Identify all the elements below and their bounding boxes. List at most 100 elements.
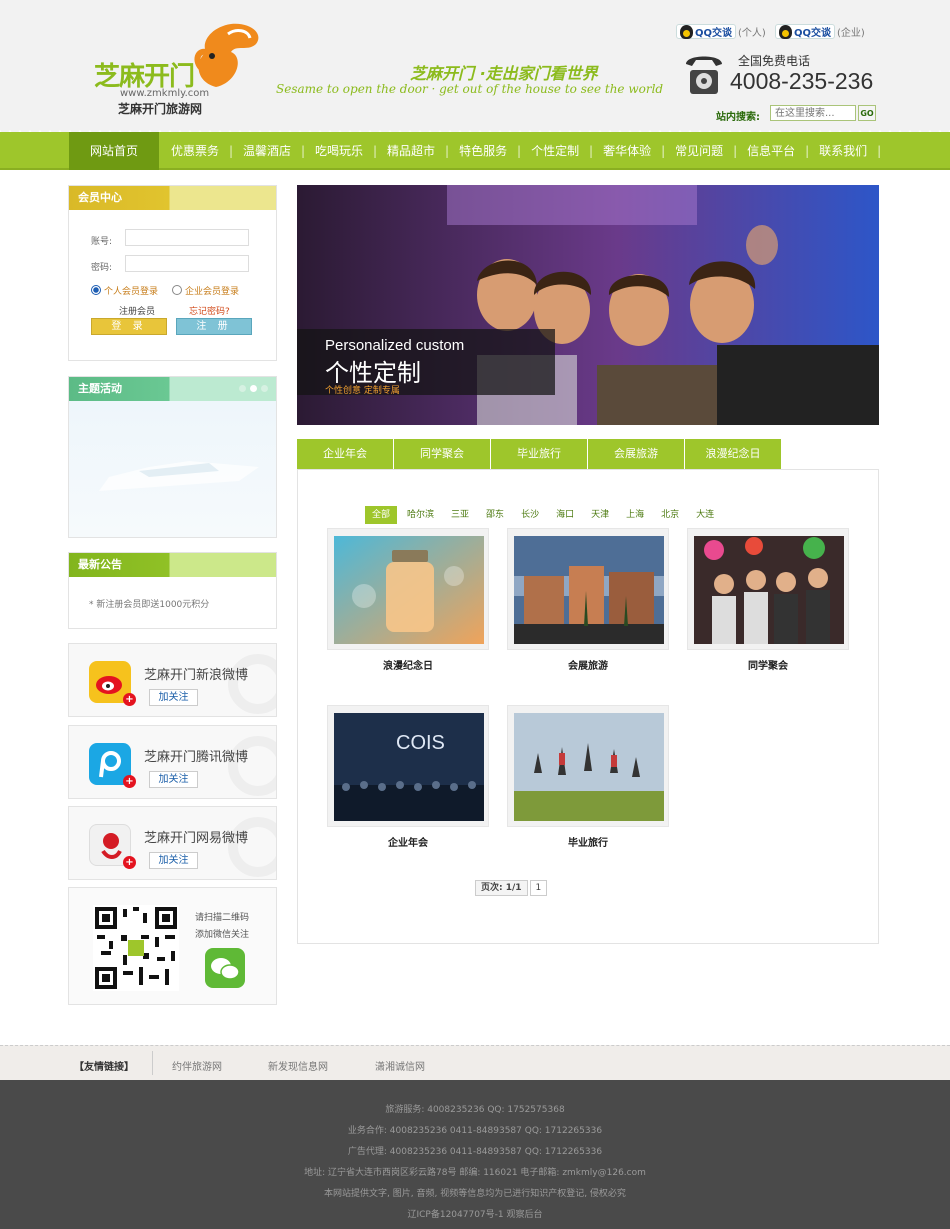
friend-link[interactable]: 潇湘诚信网 xyxy=(375,1058,425,1073)
hero-banner[interactable]: Personalized custom 个性定制 个性创意 定制专属 xyxy=(297,185,879,425)
qq-penguin-icon xyxy=(779,24,792,39)
nav-services[interactable]: 特色服务 xyxy=(447,132,521,170)
qq-chat-label: QQ交谈 xyxy=(794,28,832,39)
qq-personal: QQ交谈 (个人) xyxy=(676,24,766,39)
hotline-number: 4008-235-236 xyxy=(730,68,874,94)
radio-personal[interactable] xyxy=(91,285,101,295)
latest-notice-panel: 最新公告 * 新注册会员即送1000元积分 xyxy=(68,552,277,629)
search-go-button[interactable]: GO xyxy=(858,105,876,121)
netease-follow-button[interactable]: 加关注 xyxy=(149,852,198,869)
tab-romantic-anniversary[interactable]: 浪漫纪念日 xyxy=(685,439,782,469)
sina-follow-button[interactable]: 加关注 xyxy=(149,689,198,706)
banner-title-en: Personalized custom xyxy=(325,337,465,354)
netease-weibo-name: 芝麻开门网易微博 xyxy=(144,831,249,846)
product-title[interactable]: 同学聚会 xyxy=(687,657,849,672)
company-login-option[interactable]: 企业会员登录 xyxy=(172,284,239,297)
city-tianjin[interactable]: 天津 xyxy=(584,506,616,524)
nav-supermarket[interactable]: 精品超市 xyxy=(375,132,449,170)
product-image xyxy=(694,536,844,644)
wechat-icon xyxy=(205,948,245,988)
tab-graduation-trip[interactable]: 毕业旅行 xyxy=(491,439,588,469)
product-title[interactable]: 浪漫纪念日 xyxy=(327,657,489,672)
decor-circle xyxy=(228,736,276,796)
tencent-weibo-name: 芝麻开门腾讯微博 xyxy=(144,750,249,765)
city-all[interactable]: 全部 xyxy=(365,506,398,524)
friend-links-bar: 【友情链接】 约伴旅游网 新发现信息网 潇湘诚信网 xyxy=(0,1045,950,1080)
qq-penguin-icon xyxy=(680,24,693,39)
member-center-title: 会员中心 xyxy=(69,186,276,210)
qq-chat-personal-button[interactable]: QQ交谈 xyxy=(676,24,737,39)
theme-activity-image[interactable] xyxy=(69,401,276,537)
account-input[interactable] xyxy=(125,229,249,246)
register-member-link[interactable]: 注册会员 xyxy=(119,304,155,317)
nav-home[interactable]: 网站首页 xyxy=(69,132,159,170)
slogan: 芝麻开门 ·走出家门看世界 xyxy=(410,64,598,83)
tencent-weibo-box: + 芝麻开门腾讯微博 加关注 xyxy=(68,725,277,799)
nav-info[interactable]: 信息平台 xyxy=(735,132,809,170)
product-title[interactable]: 会展旅游 xyxy=(507,657,669,672)
tab-annual-party[interactable]: 企业年会 xyxy=(297,439,394,469)
nav-contact[interactable]: 联系我们 xyxy=(807,132,881,170)
nav-tickets[interactable]: 优惠票务 xyxy=(159,132,233,170)
product-image xyxy=(334,536,484,644)
login-button[interactable]: 登 录 xyxy=(91,318,167,335)
product-image xyxy=(514,536,664,644)
search-input[interactable] xyxy=(770,105,856,121)
password-input[interactable] xyxy=(125,255,249,272)
personal-login-option[interactable]: 个人会员登录 xyxy=(91,284,158,297)
svg-text:COIS: COIS xyxy=(396,732,445,754)
slide-dot[interactable] xyxy=(250,385,257,392)
pagination: 页次: 1/1 1 xyxy=(475,880,548,896)
nav-entertainment[interactable]: 吃喝玩乐 xyxy=(303,132,377,170)
radio-company[interactable] xyxy=(172,285,182,295)
tab-class-reunion[interactable]: 同学聚会 xyxy=(394,439,491,469)
product-title[interactable]: 企业年会 xyxy=(327,834,489,849)
logo-cn-name: 芝麻开门旅游网 xyxy=(118,102,203,116)
footer-business: 业务合作: 4008235236 0411-84893587 QQ: 17122… xyxy=(347,1126,603,1136)
product-title[interactable]: 毕业旅行 xyxy=(507,834,669,849)
telephone-icon xyxy=(686,56,722,94)
main-nav: 网站首页 优惠票务 温馨酒店 吃喝玩乐 精品超市 特色服务 个性定制 奢华体验 … xyxy=(0,132,950,170)
friend-link[interactable]: 新发现信息网 xyxy=(268,1058,328,1073)
qq-company-label: (企业) xyxy=(837,28,865,39)
slide-dot[interactable] xyxy=(261,385,268,392)
city-dalian[interactable]: 大连 xyxy=(689,506,721,524)
tencent-follow-button[interactable]: 加关注 xyxy=(149,771,198,788)
page-number-1[interactable]: 1 xyxy=(529,880,548,896)
slogan-en: Sesame to open the door · get out of the… xyxy=(276,82,664,96)
product-card[interactable] xyxy=(327,528,489,650)
footer-copyright: 本网站提供文字, 图片, 音频, 视频等信息均为已进行知识产权登记, 侵权必究 xyxy=(324,1189,626,1199)
city-sanya[interactable]: 三亚 xyxy=(444,506,476,524)
site-logo[interactable]: 芝麻开门 www.zmkmly.com 芝麻开门旅游网 xyxy=(94,22,274,116)
city-harbin[interactable]: 哈尔滨 xyxy=(400,506,441,524)
city-beijing[interactable]: 北京 xyxy=(654,506,686,524)
qq-chat-company-button[interactable]: QQ交谈 xyxy=(775,24,836,39)
register-button[interactable]: 注 册 xyxy=(176,318,252,335)
slide-dot[interactable] xyxy=(239,385,246,392)
nav-luxury[interactable]: 奢华体验 xyxy=(591,132,665,170)
product-card[interactable] xyxy=(507,705,669,827)
nav-custom[interactable]: 个性定制 xyxy=(519,132,593,170)
friend-links-title: 【友情链接】 xyxy=(74,1062,134,1073)
product-image xyxy=(514,713,664,821)
notice-item[interactable]: * 新注册会员即送1000元积分 xyxy=(69,577,276,610)
city-shanghai[interactable]: 上海 xyxy=(619,506,651,524)
forgot-password-link[interactable]: 忘记密码? xyxy=(189,304,230,317)
tab-exhibition-tour[interactable]: 会展旅游 xyxy=(588,439,685,469)
friend-link[interactable]: 约伴旅游网 xyxy=(172,1058,222,1073)
page-info: 页次: 1/1 xyxy=(475,880,528,896)
city-shaodong[interactable]: 邵东 xyxy=(479,506,511,524)
latest-notice-title: 最新公告 xyxy=(69,553,276,577)
member-center-panel: 会员中心 账号: 密码: 个人会员登录 企业会员登录 注册会员 忘记密码? 登 … xyxy=(68,185,277,361)
product-card[interactable] xyxy=(507,528,669,650)
decor-circle xyxy=(228,817,276,877)
city-changsha[interactable]: 长沙 xyxy=(514,506,546,524)
product-card[interactable]: COIS xyxy=(327,705,489,827)
city-haikou[interactable]: 海口 xyxy=(549,506,581,524)
nav-hotels[interactable]: 温馨酒店 xyxy=(231,132,305,170)
product-card[interactable] xyxy=(687,528,849,650)
search-label: 站内搜索: xyxy=(716,112,760,123)
qr-code-image xyxy=(93,905,179,991)
product-image: COIS xyxy=(334,713,484,821)
nav-faq[interactable]: 常见问题 xyxy=(663,132,737,170)
